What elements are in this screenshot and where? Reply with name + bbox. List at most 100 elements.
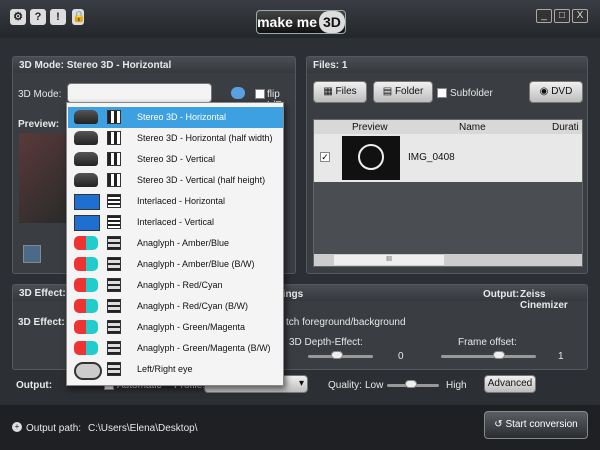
quality-high-label: High [446, 380, 467, 391]
add-icon[interactable]: + [12, 422, 22, 432]
anaglyph-glasses-icon [74, 236, 98, 250]
files-button[interactable]: ▦ Files [313, 81, 367, 103]
horizontal-scrollbar[interactable]: III [314, 254, 582, 266]
row-checkbox[interactable]: ✓ [320, 152, 330, 162]
list-item[interactable]: Anaglyph - Green/Magenta (B/W) [68, 338, 283, 359]
close-button[interactable]: X [572, 9, 588, 23]
app-logo: make me 3D [256, 10, 346, 34]
table-row[interactable]: ✓ IMG_0408 [314, 134, 582, 182]
quality-slider-knob[interactable] [405, 380, 417, 388]
lr-icon [107, 152, 121, 166]
frame-value: 1 [558, 351, 564, 362]
lr-icon [107, 131, 121, 145]
switch-fg-bg-label: tch foreground/background [286, 317, 406, 328]
mode-label: 3D Mode: [18, 89, 62, 100]
output-label: Output: [16, 380, 53, 391]
gear-icon[interactable]: ⚙ [10, 9, 26, 25]
subfolder-label: Subfolder [450, 88, 493, 99]
list-item[interactable]: Interlaced - Horizontal [68, 191, 283, 212]
list-item[interactable]: Anaglyph - Red/Cyan (B/W) [68, 296, 283, 317]
file-table: Preview Name Durati ✓ IMG_0408 III [313, 119, 583, 267]
list-item[interactable]: Left/Right eye [68, 359, 283, 380]
lr-icon [107, 173, 121, 187]
list-item[interactable]: Stereo 3D - Horizontal (half width) [68, 128, 283, 149]
output-header-label: Output: [483, 289, 520, 300]
mode-select[interactable] [67, 83, 212, 103]
list-item[interactable]: Anaglyph - Amber/Blue (B/W) [68, 254, 283, 275]
files-icon: ▦ [323, 86, 336, 97]
col-preview[interactable]: Preview [352, 122, 388, 133]
mode-dropdown-list: Stereo 3D - Horizontal Stereo 3D - Horiz… [66, 102, 284, 386]
minimize-button[interactable]: _ [536, 9, 552, 23]
file-table-header: Preview Name Durati [314, 120, 582, 134]
preview-image [19, 133, 67, 223]
frame-offset-label: Frame offset: [458, 337, 517, 348]
scroll-thumb[interactable]: III [334, 255, 444, 265]
depth-effect-label: 3D Depth-Effect: [289, 337, 363, 348]
interlace-icon [107, 194, 121, 208]
preview-thumb[interactable] [23, 245, 41, 263]
film-icon [107, 362, 121, 376]
anaglyph-glasses-icon [74, 278, 98, 292]
list-item[interactable]: Interlaced - Vertical [68, 212, 283, 233]
list-item[interactable]: Stereo 3D - Vertical [68, 149, 283, 170]
list-item[interactable]: Anaglyph - Amber/Blue [68, 233, 283, 254]
help-icon[interactable]: ? [30, 9, 46, 25]
no-preview-icon [342, 136, 400, 180]
film-icon [107, 236, 121, 250]
list-item[interactable]: Stereo 3D - Horizontal [68, 107, 283, 128]
convert-icon: ↺ [494, 419, 506, 430]
glasses-icon [74, 131, 98, 145]
maximize-button[interactable]: □ [554, 9, 570, 23]
film-icon [107, 320, 121, 334]
list-item[interactable]: Anaglyph - Red/Cyan [68, 275, 283, 296]
film-icon [107, 341, 121, 355]
anaglyph-glasses-icon [74, 341, 98, 355]
preview-label: Preview: [18, 119, 60, 130]
output-header-value: Zeiss Cinemizer [520, 289, 568, 311]
folder-icon: ▤ [382, 86, 395, 97]
monitor-icon [74, 215, 100, 231]
flip-checkbox[interactable] [255, 89, 265, 99]
list-item[interactable]: Anaglyph - Green/Magenta [68, 317, 283, 338]
anaglyph-glasses-icon [74, 320, 98, 334]
info-icon[interactable]: ! [50, 9, 66, 25]
folder-button[interactable]: ▤ Folder [373, 81, 433, 103]
eye-icon [74, 362, 102, 380]
glasses-icon [74, 110, 98, 124]
frame-slider-knob[interactable] [493, 351, 505, 359]
depth-value: 0 [398, 351, 404, 362]
lock-icon[interactable]: 🔒 [72, 9, 86, 25]
files-panel: Files: 1 ▦ Files ▤ Folder Subfolder ◉ DV… [306, 56, 588, 274]
quality-label: Quality: [328, 380, 362, 391]
glasses-icon [231, 87, 245, 99]
col-duration[interactable]: Durati [552, 122, 579, 133]
depth-slider-knob[interactable] [331, 351, 343, 359]
chevron-down-icon: ▾ [298, 378, 304, 389]
film-icon [107, 257, 121, 271]
effect-label: 3D Effect: [18, 317, 65, 328]
film-icon [107, 299, 121, 313]
frame-slider[interactable] [441, 355, 536, 358]
start-conversion-button[interactable]: ↺ Start conversion [484, 411, 588, 439]
film-icon [107, 278, 121, 292]
subfolder-checkbox[interactable] [437, 88, 447, 98]
title-bar: ⚙ ? ! 🔒 make me 3D _ □ X [0, 0, 600, 38]
dvd-button[interactable]: ◉ DVD [529, 81, 583, 103]
bottom-bar: + Output path: C:\Users\Elena\Desktop\ ↺… [0, 405, 600, 450]
advanced-button[interactable]: Advanced [484, 375, 536, 393]
disc-icon: ◉ [539, 86, 552, 97]
anaglyph-glasses-icon [74, 299, 98, 313]
output-path-value[interactable]: C:\Users\Elena\Desktop\ [88, 423, 198, 434]
interlace-icon [107, 215, 121, 229]
output-path-label: Output path: [26, 423, 82, 434]
quality-low-label: Low [365, 380, 384, 391]
list-item[interactable]: Stereo 3D - Vertical (half height) [68, 170, 283, 191]
glasses-icon [74, 152, 98, 166]
anaglyph-glasses-icon [74, 257, 98, 271]
files-panel-header: Files: 1 [307, 57, 587, 73]
row-name: IMG_0408 [408, 152, 455, 163]
mode-panel-header: 3D Mode: Stereo 3D - Horizontal [13, 57, 295, 73]
glasses-icon [74, 173, 98, 187]
col-name[interactable]: Name [459, 122, 486, 133]
